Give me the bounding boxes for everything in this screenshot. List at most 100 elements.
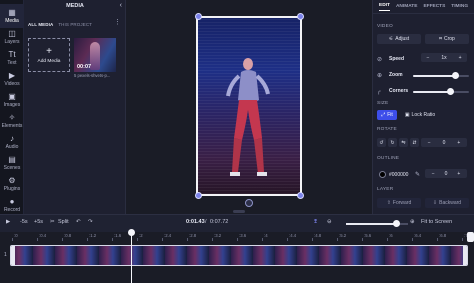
backward-button[interactable]: ⇩ Backward <box>425 198 469 208</box>
lock-ratio-button[interactable]: ▣ Lock Ratio <box>401 110 439 120</box>
corners-icon: ╭ <box>377 89 381 95</box>
ruler-tick-mark <box>162 238 163 241</box>
current-time: 0:01.43 <box>186 219 205 225</box>
outline-value: 0 <box>444 170 448 177</box>
corners-slider[interactable] <box>413 88 469 95</box>
speed-value: 1x <box>441 54 447 61</box>
rotate-right-button[interactable]: ↻ <box>388 138 397 147</box>
section-video: VIDEO <box>377 24 393 29</box>
rail-item-label: Elements <box>1 122 23 129</box>
fit-to-screen-button[interactable]: Fit to Screen <box>421 219 452 225</box>
video-track-clip[interactable] <box>10 245 468 266</box>
zoom-slider[interactable] <box>413 72 469 79</box>
ruler-tick-label: :4.4 <box>289 233 297 238</box>
ruler-tick-label: :6.4 <box>414 233 422 238</box>
rail-item-label: Layers <box>4 38 20 45</box>
speed-decrease-button[interactable]: − <box>426 55 429 61</box>
zoom-in-icon[interactable]: ⊕ <box>410 219 415 225</box>
tab-edit[interactable]: EDIT <box>379 3 390 11</box>
outline-decrease-button[interactable]: − <box>432 171 435 177</box>
images-icon: ▣ <box>8 91 16 101</box>
split-button[interactable]: Split <box>58 219 69 225</box>
ruler-tick-label: :2.8 <box>189 233 197 238</box>
collapse-panel-icon[interactable]: ‹ <box>120 2 122 9</box>
tab-effects[interactable]: EFFECTS <box>423 4 445 9</box>
resize-handle-bottom-left[interactable] <box>195 192 202 199</box>
eyedropper-icon[interactable]: ✎ <box>415 171 420 178</box>
ruler-tick-mark <box>287 238 288 241</box>
adjust-button[interactable]: ⚟ Adjust <box>377 34 421 44</box>
rotate-stepper[interactable]: − 0 + <box>421 138 467 147</box>
videos-icon: ▶ <box>8 70 16 80</box>
speed-stepper[interactable]: − 1x + <box>421 53 467 62</box>
fit-button[interactable]: ⤢ Fit <box>377 110 397 120</box>
video-preview[interactable] <box>196 16 302 196</box>
clip-trim-start-handle[interactable] <box>11 246 15 265</box>
ruler-tick-label: :2 <box>139 233 143 238</box>
speed-increase-button[interactable]: + <box>459 55 462 61</box>
zoom-slider-fill <box>413 75 455 77</box>
playhead-knob[interactable] <box>128 229 135 236</box>
lock-ratio-label: Lock Ratio <box>411 112 436 118</box>
corners-slider-knob[interactable] <box>446 88 454 95</box>
ruler-tick-label: :0.8 <box>64 233 72 238</box>
timeline-ruler[interactable]: :0:0.4:0.8:1.2:1.6:2:2.4:2.8:3.2:3.6:4:4… <box>0 232 474 242</box>
tab-timing[interactable]: TIMING <box>451 4 468 9</box>
flip-vertical-button[interactable]: ⇵ <box>410 138 419 147</box>
rail-item-label: Scenes <box>3 164 21 171</box>
outline-increase-button[interactable]: + <box>457 171 460 177</box>
resize-handle-top-right[interactable] <box>297 13 304 20</box>
timeline-zoom-knob[interactable] <box>392 220 400 227</box>
add-media-button[interactable]: + Add Media <box>28 38 70 72</box>
zoom-slider-knob[interactable] <box>452 72 459 79</box>
ruler-tick-mark <box>462 238 463 241</box>
outline-color-value[interactable]: #000000 <box>389 172 408 178</box>
outline-stepper[interactable]: − 0 + <box>425 169 467 178</box>
tab-this-project[interactable]: THIS PROJECT <box>58 22 92 27</box>
canvas-area <box>126 0 372 214</box>
thumbnail-duration: 00:07 <box>77 64 92 70</box>
elements-icon: ✧ <box>8 112 16 122</box>
ruler-tick-label: :6.8 <box>439 233 447 238</box>
resize-handle-top-left[interactable] <box>195 13 202 20</box>
waveform-icon[interactable]: ⩨ <box>314 219 317 226</box>
timeline-zoom-slider[interactable] <box>346 220 408 227</box>
tab-animate[interactable]: ANIMATE <box>396 4 418 9</box>
clip-trim-end-handle[interactable] <box>463 246 467 265</box>
layers-icon: ◫ <box>8 28 16 38</box>
adjust-label: Adjust <box>395 36 410 42</box>
play-icon[interactable]: ▶ <box>6 219 10 225</box>
rotate-value: 0 <box>442 139 446 146</box>
rotate-decrease-button[interactable]: − <box>428 140 431 146</box>
forward-button[interactable]: ⇧ Forward <box>377 198 421 208</box>
crop-button[interactable]: ⌗ Crop <box>425 34 469 44</box>
rotate-increase-button[interactable]: + <box>457 140 460 146</box>
flip-horizontal-button[interactable]: ⇋ <box>399 138 408 147</box>
timeline-scroll-handle[interactable] <box>467 232 474 242</box>
scissors-icon: ✂ <box>50 219 55 225</box>
redo-icon[interactable]: ↷ <box>88 219 93 225</box>
back-5s-button[interactable]: -5s <box>20 219 28 225</box>
ruler-tick-mark <box>262 238 263 241</box>
outline-color-swatch[interactable] <box>379 171 386 178</box>
tab-all-media[interactable]: ALL MEDIA <box>28 22 53 27</box>
playhead-line[interactable] <box>131 231 132 283</box>
undo-icon[interactable]: ↶ <box>76 219 81 225</box>
zoom-out-icon[interactable]: ⊖ <box>327 219 332 225</box>
video-editor-app: ▦ Media ◫ Layers Tt Text ▶ Videos ▣ Images ✧ Elemen… <box>0 0 474 283</box>
corners-label: Corners <box>389 88 409 94</box>
track-index: 1 <box>4 252 7 258</box>
ruler-tick-label: :3.6 <box>239 233 247 238</box>
timeline-resize-grip[interactable] <box>233 210 245 213</box>
resize-handle-bottom-right[interactable] <box>297 192 304 199</box>
add-media-label: Add Media <box>37 58 61 64</box>
more-options-icon[interactable]: ⋮ <box>114 18 121 26</box>
rotate-handle[interactable] <box>245 199 253 207</box>
audio-icon: ♪ <box>10 133 14 143</box>
section-layer: LAYER <box>377 187 394 192</box>
media-thumbnail[interactable]: 00:07 <box>74 38 116 72</box>
rotate-left-button[interactable]: ↺ <box>377 138 386 147</box>
ruler-tick-label: :5.6 <box>364 233 372 238</box>
forward-5s-button[interactable]: +5s <box>34 219 43 225</box>
ruler-tick-mark <box>412 238 413 241</box>
